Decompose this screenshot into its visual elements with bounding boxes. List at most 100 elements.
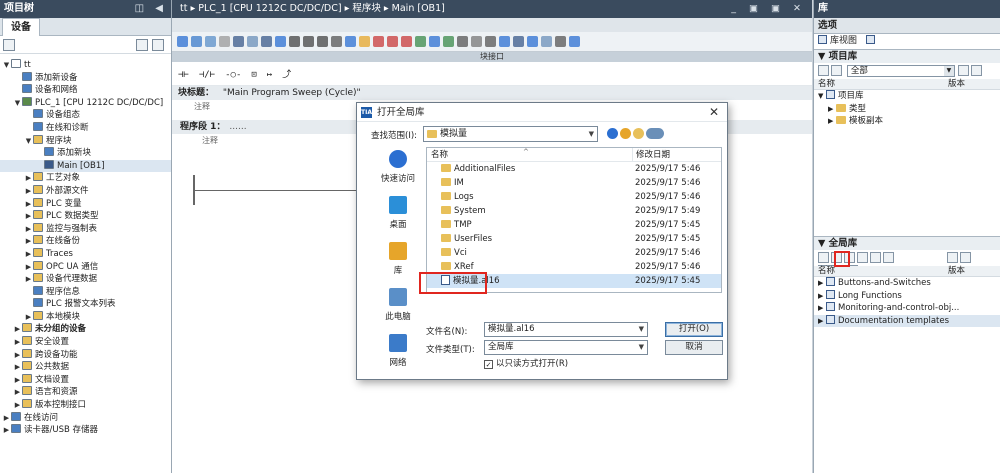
toolbar-icon[interactable] xyxy=(219,36,230,47)
project-lib-tool2-icon[interactable] xyxy=(831,65,842,76)
file-row[interactable]: Vci 2025/9/17 5:46 xyxy=(427,246,721,260)
expand-arrow-icon[interactable]: ▶ xyxy=(13,361,22,374)
tree-item[interactable]: ▶ 监控与强制表 xyxy=(0,222,171,236)
toolbar-icon[interactable] xyxy=(457,36,468,47)
tree-item[interactable]: ▶ 外部源文件 xyxy=(0,184,171,198)
detail-view-icon[interactable] xyxy=(152,39,164,51)
expand-arrow-icon[interactable]: ▶ xyxy=(24,248,33,261)
project-library-section[interactable]: ▼ 项目库 xyxy=(814,49,1000,63)
toolbar-icon[interactable] xyxy=(247,36,258,47)
expand-arrow-icon[interactable]: ▶ xyxy=(24,311,33,324)
place-desktop[interactable]: 桌面 xyxy=(371,193,425,239)
close-global-library-icon[interactable] xyxy=(857,252,868,263)
tree-item[interactable]: 添加新块 xyxy=(0,147,171,160)
expand-arrow-icon[interactable]: ▶ xyxy=(13,336,22,349)
toolbar-icon[interactable] xyxy=(177,36,188,47)
panel-collapse-icon[interactable]: ◫ ◀ xyxy=(135,0,167,18)
back-icon[interactable] xyxy=(607,128,618,139)
tree-item[interactable]: ▶ 版本控制接口 xyxy=(0,399,171,412)
project-lib-tool3-icon[interactable] xyxy=(957,65,969,76)
ladder-element-icon[interactable]: ↦ xyxy=(267,70,272,80)
tree-item[interactable]: ▼ 程序块 xyxy=(0,134,171,148)
tree-item[interactable]: ▶ PLC 变量 xyxy=(0,197,171,211)
toolbar-icon[interactable] xyxy=(331,36,342,47)
expand-arrow-icon[interactable]: ▼ xyxy=(2,59,11,72)
new-folder-icon[interactable] xyxy=(633,128,644,139)
project-library-filter[interactable]: 全部 ▼ xyxy=(846,65,955,77)
list-view-icon[interactable] xyxy=(136,39,148,51)
project-lib-tool-icon[interactable] xyxy=(818,65,829,76)
view-toggle-icons[interactable] xyxy=(133,36,165,54)
expand-arrow-icon[interactable]: ▶ xyxy=(818,290,826,303)
up-folder-icon[interactable] xyxy=(620,128,631,139)
toolbar-icon[interactable] xyxy=(541,36,552,47)
expand-arrow-icon[interactable]: ▶ xyxy=(24,223,33,236)
export-library-icon[interactable] xyxy=(883,252,894,263)
look-in-combo[interactable]: 模拟量 ▼ xyxy=(423,126,598,142)
global-library-item[interactable]: ▶ Documentation templates xyxy=(814,314,1000,327)
toolbar-icon[interactable] xyxy=(275,36,286,47)
expand-arrow-icon[interactable]: ▶ xyxy=(13,323,22,336)
toolbar-icon[interactable] xyxy=(555,36,566,47)
new-item-icon[interactable] xyxy=(3,39,15,51)
tree-item[interactable]: ▶ 在线访问 xyxy=(0,411,171,425)
col-name-header[interactable]: 名称 xyxy=(431,148,448,162)
ladder-element-icon[interactable]: -○- xyxy=(225,70,241,80)
toolbar-icon[interactable] xyxy=(429,36,440,47)
expand-arrow-icon[interactable]: ▶ xyxy=(24,172,33,185)
tree-item[interactable]: 设备和网络 xyxy=(0,84,171,97)
view-menu-icon[interactable] xyxy=(646,128,664,139)
toolbar-icon[interactable] xyxy=(443,36,454,47)
expand-arrow-icon[interactable]: ▶ xyxy=(13,349,22,362)
file-row[interactable]: System 2025/9/17 5:49 xyxy=(427,204,721,218)
close-icon[interactable]: ✕ xyxy=(709,103,719,122)
expand-arrow-icon[interactable]: ▶ xyxy=(13,386,22,399)
toolbar-icon[interactable] xyxy=(527,36,538,47)
file-row[interactable]: AdditionalFiles 2025/9/17 5:46 xyxy=(427,162,721,176)
toolbar-icon[interactable] xyxy=(289,36,300,47)
update-library-icon[interactable] xyxy=(870,252,881,263)
toolbar-icon[interactable] xyxy=(485,36,496,47)
expand-arrow-icon[interactable]: ▶ xyxy=(828,103,836,116)
tree-item[interactable]: ▶ Traces xyxy=(0,247,171,261)
file-row[interactable]: TMP 2025/9/17 5:45 xyxy=(427,218,721,232)
global-library-section[interactable]: ▼ 全局库 xyxy=(814,236,1000,250)
place-star[interactable]: 快速访问 xyxy=(371,147,425,193)
expand-arrow-icon[interactable]: ▶ xyxy=(24,198,33,211)
tree-item[interactable]: ▼ tt xyxy=(0,59,171,72)
global-library-item[interactable]: ▶ Buttons-and-Switches xyxy=(814,277,1000,290)
library-view-button[interactable]: 库视图 xyxy=(830,36,857,46)
tree-item[interactable]: ▶ 设备代理数据 xyxy=(0,273,171,286)
tree-item[interactable]: ▶ OPC UA 通信 xyxy=(0,260,171,274)
file-row[interactable]: Logs 2025/9/17 5:46 xyxy=(427,190,721,204)
ladder-element-icon[interactable]: ⊣⊢ xyxy=(178,70,189,80)
global-library-item[interactable]: ▶ Monitoring-and-control-obj... xyxy=(814,302,1000,315)
tree-item[interactable]: 添加新设备 xyxy=(0,71,171,85)
toolbar-icon[interactable] xyxy=(373,36,384,47)
block-title-value[interactable]: "Main Program Sweep (Cycle)" xyxy=(223,88,361,98)
tree-item[interactable]: ▶ PLC 数据类型 xyxy=(0,210,171,223)
tree-item[interactable]: 设备组态 xyxy=(0,109,171,122)
filetype-select[interactable]: 全局库 ▼ xyxy=(484,340,648,355)
tree-item[interactable]: ▶ 工艺对象 xyxy=(0,172,171,185)
tree-item[interactable]: 在线和诊断 xyxy=(0,121,171,135)
place-network[interactable]: 网络 xyxy=(371,331,425,377)
toolbar-icon[interactable] xyxy=(569,36,580,47)
tree-item[interactable]: ▶ 语言和资源 xyxy=(0,386,171,399)
tree-item[interactable]: ▶ 跨设备功能 xyxy=(0,348,171,362)
tree-item[interactable]: ▶ 本地模块 xyxy=(0,310,171,324)
ladder-element-icon[interactable]: ⊡ xyxy=(251,70,256,80)
expand-arrow-icon[interactable]: ▶ xyxy=(24,273,33,286)
toolbar-icon[interactable] xyxy=(415,36,426,47)
readonly-checkbox[interactable]: ✓ xyxy=(484,360,493,369)
col-date-header[interactable]: 修改日期 xyxy=(632,148,670,162)
readonly-row[interactable]: ✓ 以只读方式打开(R) xyxy=(484,358,568,370)
ladder-rung[interactable] xyxy=(193,175,385,205)
tree-item[interactable]: ▶ 公共数据 xyxy=(0,361,171,374)
tree-item[interactable]: ▶ 在线备份 xyxy=(0,235,171,248)
toolbar-icon[interactable] xyxy=(513,36,524,47)
toolbar-icon[interactable] xyxy=(233,36,244,47)
filename-input[interactable]: 模拟量.al16 ▼ xyxy=(484,322,648,337)
toolbar-icon[interactable] xyxy=(359,36,370,47)
tree-item[interactable]: Main [OB1] xyxy=(0,159,171,173)
